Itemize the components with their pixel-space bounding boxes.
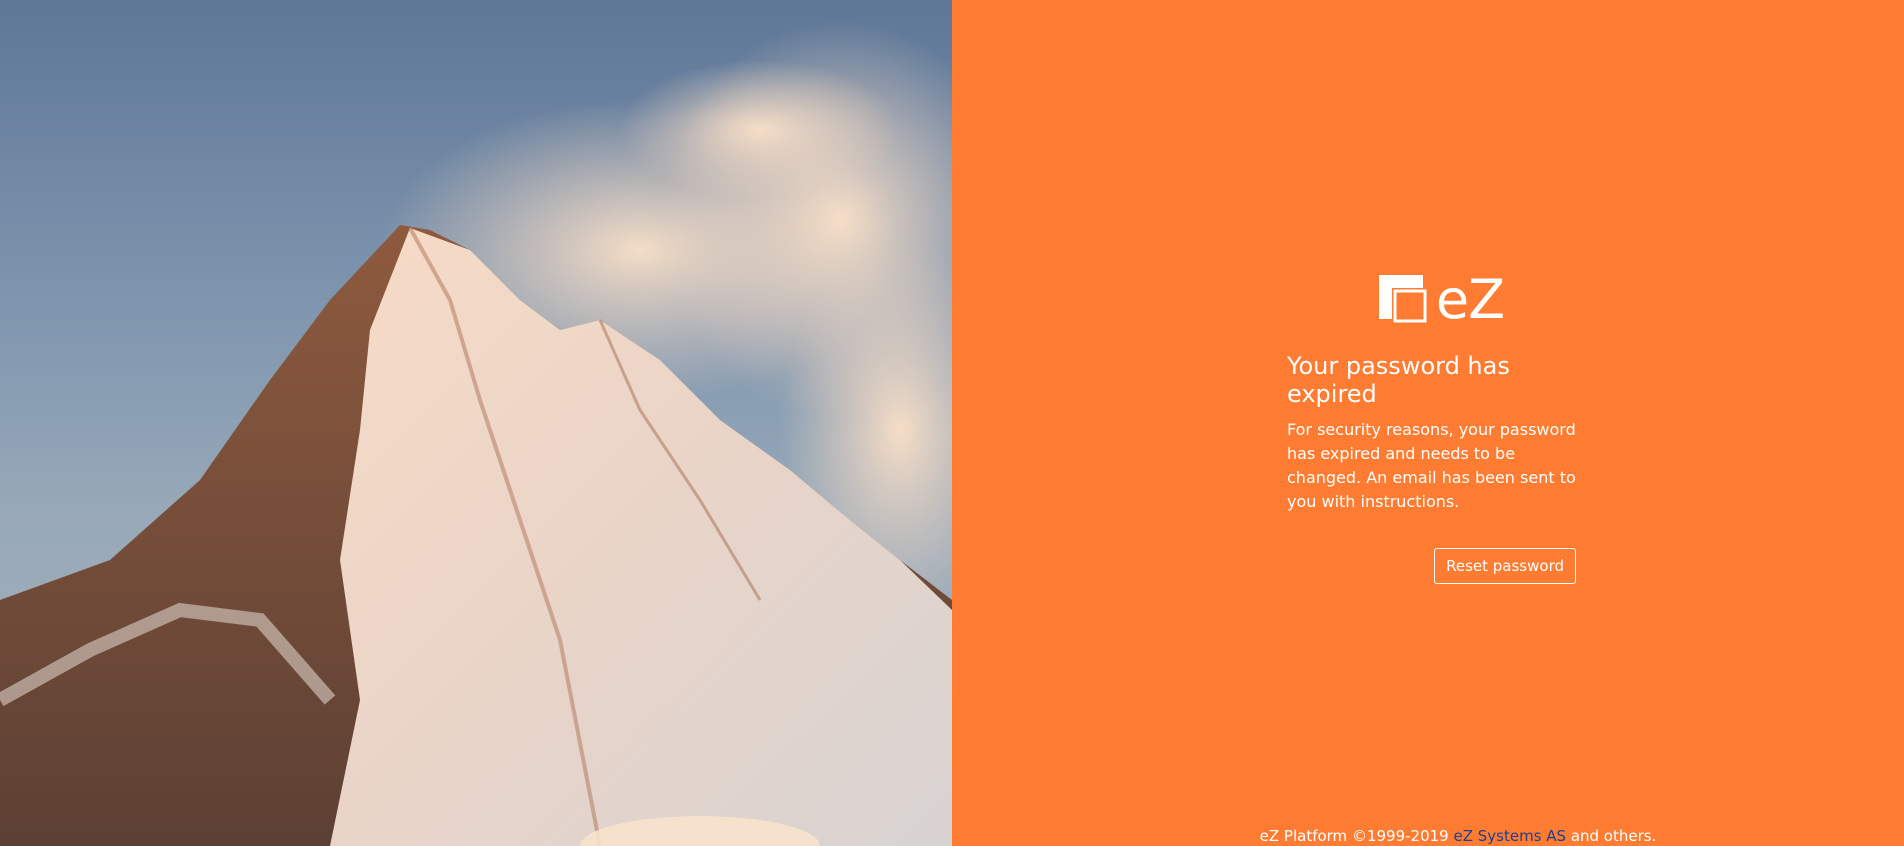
ez-logo-icon [1378,275,1428,324]
mountain-illustration [0,20,952,846]
brand-logo: eZ [1305,272,1577,328]
footer-suffix: and others. [1566,827,1657,845]
ez-systems-link[interactable]: eZ Systems AS [1453,827,1566,845]
footer-copyright: eZ Platform ©1999-2019 [1259,827,1454,845]
mountain-hero-image [0,0,952,846]
content-panel: eZ Your password has expired For securit… [952,0,1904,846]
reset-password-button[interactable]: Reset password [1434,548,1576,584]
password-expired-card: eZ Your password has expired For securit… [1287,272,1577,584]
actions-row: Reset password [1287,548,1576,584]
login-page: eZ Your password has expired For securit… [0,0,1904,846]
expired-description: For security reasons, your password has … [1287,420,1576,511]
footer: eZ Platform ©1999-2019 eZ Systems AS and… [952,826,1904,846]
logo-text: eZ [1435,268,1505,331]
page-title: Your password has expired [1287,352,1510,408]
